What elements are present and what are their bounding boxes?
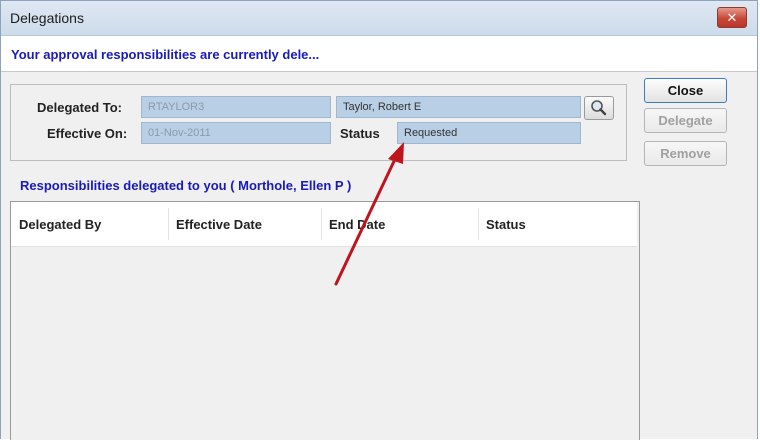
delegations-window: Delegations ✕ Your approval responsibili…: [0, 0, 758, 440]
annotation-arrow: [334, 142, 404, 286]
